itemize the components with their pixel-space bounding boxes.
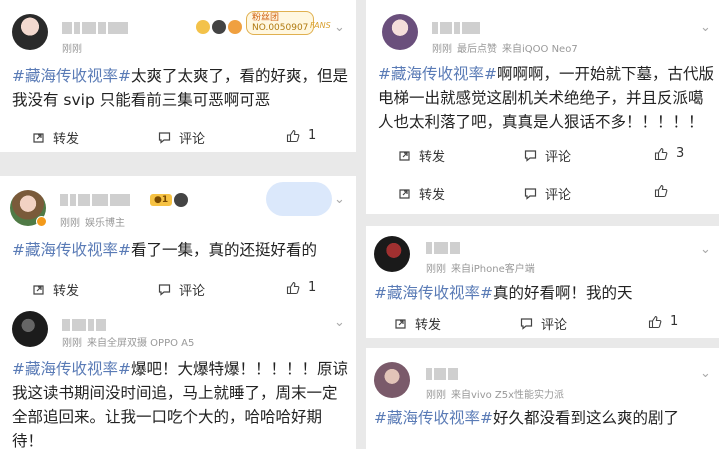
avatar[interactable] <box>12 14 48 50</box>
username-blurred[interactable] <box>60 190 132 208</box>
like-button[interactable]: 1 <box>286 280 316 295</box>
repost-icon <box>399 189 410 199</box>
post-meta: 刚刚 来自vivo Z5x性能实力派 <box>426 390 565 401</box>
divider <box>366 214 719 226</box>
repost-button[interactable]: 转发 <box>398 184 445 203</box>
smile-icon <box>228 20 242 34</box>
post-text: #藏海传收视率#好久都没看到这么爽的剧了 <box>374 409 679 427</box>
post-card: 转发 评论 ⌄ 刚刚 来自iPhone客户端 #藏海传收视率#真的好看啊！我的天 … <box>366 172 719 338</box>
chevron-down-icon[interactable]: ⌄ <box>334 315 345 330</box>
chevron-down-icon[interactable]: ⌄ <box>334 192 345 207</box>
post-text: #藏海传收视率#真的好看啊！我的天 <box>374 284 633 302</box>
thumbs-up-icon <box>286 129 300 142</box>
thumbs-up-icon <box>648 315 662 328</box>
like-button[interactable]: 3 <box>654 146 684 161</box>
username-blurred[interactable] <box>432 18 482 36</box>
post-meta: 刚刚 来自全屏双摄 OPPO A5 <box>62 338 195 349</box>
panda-icon <box>174 193 188 207</box>
post-card: ⌄ 刚刚 来自vivo Z5x性能实力派 #藏海传收视率#好久都没看到这么爽的剧了 <box>366 348 719 449</box>
comment-button[interactable]: 评论 <box>524 146 571 165</box>
comment-icon <box>520 318 533 330</box>
post-text: #藏海传收视率#爆吧！大爆特爆！！！！！原谅我这读书期间没时间追，马上就睡了，周… <box>12 360 348 449</box>
post-card: ●1 ⌄ 刚刚 娱乐博主 #藏海传收视率#看了一集，真的还挺好看的 转发 评论 1 <box>0 176 356 307</box>
comment-button[interactable]: 评论 <box>158 128 205 147</box>
repost-icon <box>33 133 44 143</box>
fans-badge-number: NO.0050907 <box>252 23 309 33</box>
username-blurred[interactable] <box>426 238 462 256</box>
thumbs-up-icon <box>654 184 668 198</box>
fans-badge-suffix: FANS <box>310 21 331 30</box>
username-blurred[interactable] <box>62 315 108 333</box>
post-card: 粉丝团 NO.0050907 FANS ⌄ 刚刚 #藏海传收视率#太爽了太爽了，… <box>0 0 356 152</box>
topic-tag-link[interactable]: #藏海传收视率# <box>374 409 493 427</box>
post-meta: 刚刚 来自iPhone客户端 <box>426 264 535 275</box>
comment-icon <box>158 284 171 296</box>
verified-badge-icon <box>36 216 47 227</box>
username-blurred[interactable] <box>426 364 460 382</box>
topic-tag-link[interactable]: #藏海传收视率# <box>378 65 497 83</box>
topic-tag-link[interactable]: #藏海传收视率# <box>12 241 131 259</box>
thumbs-up-icon <box>654 147 668 160</box>
like-button[interactable]: 1 <box>286 128 316 143</box>
repost-icon <box>395 319 406 329</box>
comment-button[interactable]: 评论 <box>520 314 567 333</box>
chevron-down-icon[interactable]: ⌄ <box>700 242 711 257</box>
avatar[interactable] <box>382 14 418 50</box>
post-text: #藏海传收视率#看了一集，真的还挺好看的 <box>12 241 317 259</box>
comment-button[interactable]: 评论 <box>524 184 571 203</box>
crown-icon <box>196 20 210 34</box>
post-meta: 刚刚 最后点赞 来自iQOO Neo7 <box>432 44 578 55</box>
comment-icon <box>524 188 537 200</box>
chevron-down-icon[interactable]: ⌄ <box>700 366 711 381</box>
avatar[interactable] <box>12 311 48 347</box>
avatar[interactable] <box>374 236 410 272</box>
fans-badge-label: 粉丝团 <box>252 13 280 23</box>
like-button[interactable] <box>654 184 676 198</box>
user-level-badge: ●1 <box>150 194 173 206</box>
post-meta: 刚刚 <box>62 44 82 55</box>
topic-tag-link[interactable]: #藏海传收视率# <box>12 360 131 378</box>
post-text: #藏海传收视率#啊啊啊，一开始就下墓，古代版电梯一出就感觉这剧机关术绝绝子，并且… <box>378 65 714 131</box>
chevron-down-icon[interactable]: ⌄ <box>700 20 711 35</box>
repost-button[interactable]: 转发 <box>398 146 445 165</box>
chevron-down-icon[interactable]: ⌄ <box>334 20 345 35</box>
post-text: #藏海传收视率#太爽了太爽了，看的好爽，但是我没有 svip 只能看前三集可恶啊… <box>12 67 348 109</box>
repost-button[interactable]: 转发 <box>394 314 441 333</box>
comment-icon <box>524 150 537 162</box>
topic-tag-link[interactable]: #藏海传收视率# <box>12 67 131 85</box>
post-meta: 刚刚 娱乐博主 <box>60 218 125 229</box>
like-button[interactable]: 1 <box>648 314 678 329</box>
comment-button[interactable]: 评论 <box>158 280 205 299</box>
fans-badge[interactable]: 粉丝团 NO.0050907 <box>246 11 315 35</box>
comment-icon <box>158 132 171 144</box>
repost-icon <box>399 151 410 161</box>
topic-tag-link[interactable]: #藏海传收视率# <box>374 284 493 302</box>
repost-button[interactable]: 转发 <box>32 128 79 147</box>
username-blurred[interactable] <box>62 18 130 36</box>
avatar[interactable] <box>374 362 410 398</box>
panda-icon <box>212 20 226 34</box>
cloud-kitty-decoration <box>266 182 332 216</box>
thumbs-up-icon <box>286 281 300 294</box>
post-card: ⌄ 刚刚 最后点赞 来自iQOO Neo7 #藏海传收视率#啊啊啊，一开始就下墓，古… <box>366 0 719 172</box>
post-card: ⌄ 刚刚 来自全屏双摄 OPPO A5 #藏海传收视率#爆吧！大爆特爆！！！！！原… <box>0 307 356 449</box>
repost-button[interactable]: 转发 <box>32 280 79 299</box>
repost-icon <box>33 285 44 295</box>
